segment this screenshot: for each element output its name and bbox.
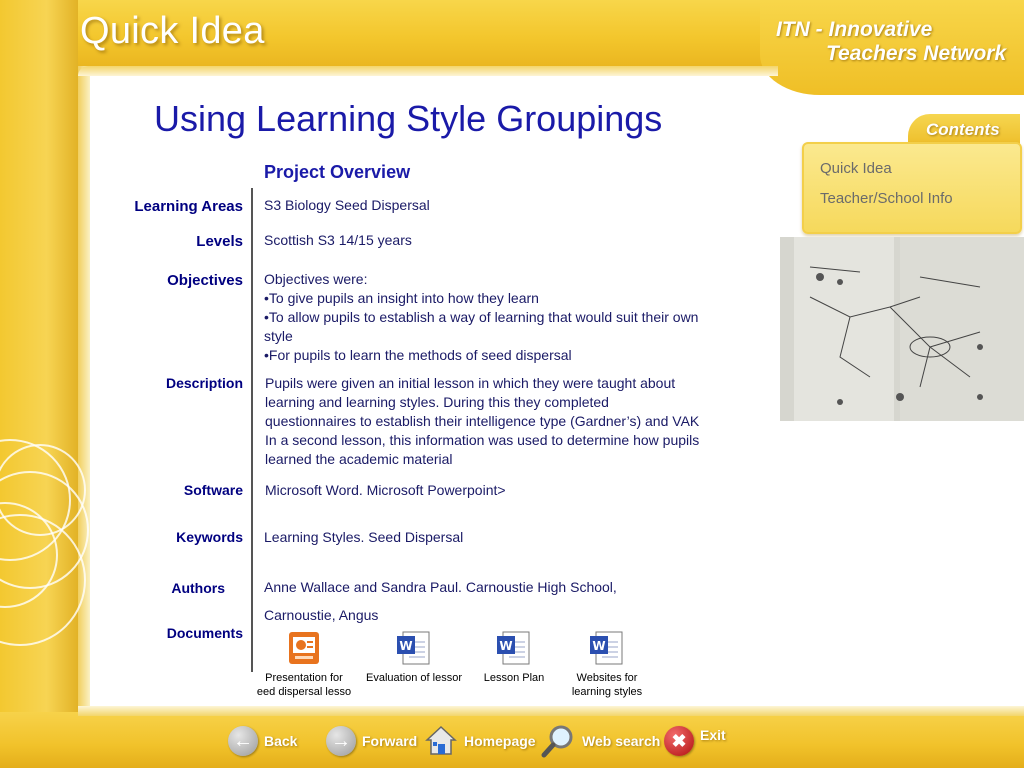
magnifier-icon bbox=[541, 725, 573, 758]
powerpoint-file-icon bbox=[289, 632, 319, 664]
homepage-label: Homepage bbox=[464, 733, 536, 749]
document-caption: Websites for bbox=[576, 672, 638, 684]
back-arrow-icon: ← bbox=[228, 726, 258, 756]
objectives-label: Objectives bbox=[167, 272, 243, 289]
document-caption: Lesson Plan bbox=[483, 672, 545, 684]
svg-text:W: W bbox=[592, 639, 605, 653]
exit-button[interactable]: ✖ Exit bbox=[664, 722, 726, 760]
description-line: learning and learning styles. During thi… bbox=[265, 394, 609, 410]
objectives-line: •For pupils to learn the methods of seed… bbox=[264, 347, 572, 363]
itn-logo-line1: ITN - Innovative bbox=[776, 18, 933, 41]
word-file-icon: W bbox=[497, 631, 530, 665]
web-search-button[interactable]: Web search bbox=[540, 722, 660, 760]
brand-title: Quick Idea bbox=[80, 10, 265, 52]
forward-button[interactable]: → Forward bbox=[326, 722, 417, 760]
document-websites[interactable]: W Websites for learning styles bbox=[562, 630, 652, 699]
authors-label: Authors bbox=[171, 580, 225, 596]
documents-label: Documents bbox=[166, 625, 243, 641]
levels-label: Levels bbox=[196, 233, 243, 250]
svg-text:W: W bbox=[499, 639, 512, 653]
itn-logo-line2: Teachers Network bbox=[826, 42, 1007, 65]
web-search-label: Web search bbox=[582, 733, 661, 749]
decorative-rings-icon bbox=[0, 439, 89, 646]
description-value: Pupils were given an initial lesson in w… bbox=[265, 374, 699, 469]
learning-areas-label: Learning Areas bbox=[134, 198, 243, 215]
document-caption: Presentation for bbox=[265, 672, 343, 684]
word-file-icon: W bbox=[590, 631, 623, 665]
contents-tab: Contents bbox=[908, 114, 1020, 144]
exit-label: Exit bbox=[700, 727, 726, 743]
description-label: Description bbox=[165, 375, 243, 391]
software-value: Microsoft Word. Microsoft Powerpoint> bbox=[265, 482, 506, 498]
objectives-line: Objectives were: bbox=[264, 271, 368, 287]
document-lesson-plan[interactable]: W Lesson Plan bbox=[474, 630, 554, 685]
table-divider bbox=[251, 188, 253, 672]
document-evaluation[interactable]: W Evaluation of lessor bbox=[360, 630, 468, 685]
software-label: Software bbox=[183, 482, 243, 498]
forward-label: Forward bbox=[362, 733, 418, 749]
description-line: learned the academic material bbox=[265, 451, 453, 467]
close-x-icon: ✖ bbox=[664, 726, 694, 756]
objectives-line: •To give pupils an insight into how they… bbox=[264, 290, 539, 306]
word-file-icon: W bbox=[397, 631, 430, 665]
keywords-label: Keywords bbox=[176, 529, 243, 545]
forward-arrow-icon: → bbox=[326, 726, 356, 756]
footer-edge bbox=[78, 706, 1024, 716]
objectives-line: •To allow pupils to establish a way of l… bbox=[264, 309, 699, 325]
top-frame-edge bbox=[78, 66, 778, 76]
document-caption: learning styles bbox=[571, 686, 643, 698]
contents-tab-label: Contents bbox=[926, 120, 1000, 139]
back-label: Back bbox=[264, 733, 298, 749]
contents-link-teacher-school-info[interactable]: Teacher/School Info bbox=[820, 190, 953, 207]
objectives-value: Objectives were: •To give pupils an insi… bbox=[264, 270, 698, 365]
authors-value-line2: Carnoustie, Angus bbox=[264, 607, 379, 623]
back-button[interactable]: ← Back bbox=[228, 722, 297, 760]
keywords-value: Learning Styles. Seed Dispersal bbox=[264, 529, 464, 545]
mind-map-sketch bbox=[780, 237, 1024, 421]
objectives-line: style bbox=[264, 328, 293, 344]
section-title: Project Overview bbox=[264, 162, 411, 182]
contents-link-quick-idea[interactable]: Quick Idea bbox=[820, 160, 892, 177]
page-title: Using Learning Style Groupings bbox=[154, 98, 663, 139]
mind-map-photo bbox=[780, 237, 1024, 421]
home-icon bbox=[425, 725, 457, 755]
svg-text:W: W bbox=[399, 639, 412, 653]
learning-areas-value: S3 Biology Seed Dispersal bbox=[264, 197, 430, 213]
contents-panel: Quick Idea Teacher/School Info bbox=[802, 142, 1022, 234]
document-caption: eed dispersal lesso bbox=[256, 686, 352, 698]
description-line: In a second lesson, this information was… bbox=[265, 432, 700, 448]
document-caption: Evaluation of lessor bbox=[366, 672, 462, 684]
homepage-button[interactable]: Homepage bbox=[424, 722, 536, 760]
authors-value-line1: Anne Wallace and Sandra Paul. Carnoustie… bbox=[264, 579, 617, 595]
document-presentation[interactable]: Presentation for eed dispersal lesso bbox=[252, 630, 356, 699]
levels-value: Scottish S3 14/15 years bbox=[264, 232, 412, 248]
description-line: questionnaires to establish their intell… bbox=[265, 413, 700, 429]
description-line: Pupils were given an initial lesson in w… bbox=[265, 375, 676, 391]
